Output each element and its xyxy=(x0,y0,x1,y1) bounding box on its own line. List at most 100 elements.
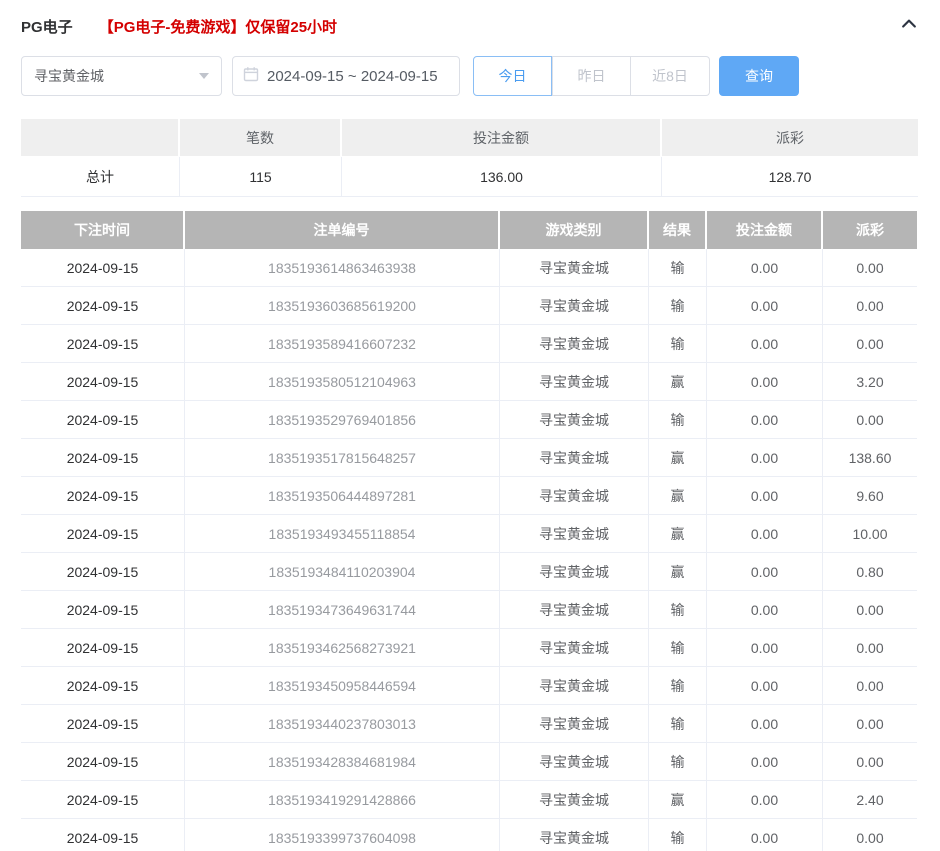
bet-amount-cell: 0.00 xyxy=(707,591,823,629)
bet-time-cell: 2024-09-15 xyxy=(21,667,185,705)
result-cell: 输 xyxy=(649,667,707,705)
game-type-cell: 寻宝黄金城 xyxy=(500,515,649,553)
bet-time-cell: 2024-09-15 xyxy=(21,591,185,629)
summary-header-empty xyxy=(21,119,180,156)
table-row: 2024-09-151835193473649631744寻宝黄金城输0.000… xyxy=(21,591,919,629)
payout-cell: 0.00 xyxy=(823,629,917,667)
table-row: 2024-09-151835193428384681984寻宝黄金城输0.000… xyxy=(21,743,919,781)
summary-total-row: 总计 115 136.00 128.70 xyxy=(21,156,919,197)
last-8-days-button[interactable]: 近8日 xyxy=(631,56,710,96)
yesterday-button[interactable]: 昨日 xyxy=(552,56,631,96)
result-cell: 输 xyxy=(649,249,707,287)
order-id-cell: 1835193428384681984 xyxy=(185,743,500,781)
summary-table: 笔数 投注金额 派彩 总计 115 136.00 128.70 xyxy=(21,119,919,197)
bet-amount-cell: 0.00 xyxy=(707,743,823,781)
game-type-cell: 寻宝黄金城 xyxy=(500,667,649,705)
table-row: 2024-09-151835193440237803013寻宝黄金城输0.000… xyxy=(21,705,919,743)
game-type-cell: 寻宝黄金城 xyxy=(500,325,649,363)
collapse-panel-button[interactable] xyxy=(899,14,919,39)
chevron-down-icon xyxy=(199,73,209,79)
panel-header: PG电子 【PG电子-免费游戏】仅保留25小时 xyxy=(21,0,919,36)
payout-cell: 0.00 xyxy=(823,325,917,363)
bet-time-cell: 2024-09-15 xyxy=(21,629,185,667)
order-id-cell: 1835193580512104963 xyxy=(185,363,500,401)
summary-total-payout: 128.70 xyxy=(662,157,918,197)
table-row: 2024-09-151835193450958446594寻宝黄金城输0.000… xyxy=(21,667,919,705)
order-id-cell: 1835193399737604098 xyxy=(185,819,500,851)
payout-cell: 0.00 xyxy=(823,287,917,325)
table-row: 2024-09-151835193580512104963寻宝黄金城赢0.003… xyxy=(21,363,919,401)
result-cell: 赢 xyxy=(649,515,707,553)
game-type-cell: 寻宝黄金城 xyxy=(500,401,649,439)
bet-time-cell: 2024-09-15 xyxy=(21,515,185,553)
result-cell: 输 xyxy=(649,819,707,851)
payout-cell: 10.00 xyxy=(823,515,917,553)
game-type-cell: 寻宝黄金城 xyxy=(500,249,649,287)
date-range-input[interactable]: 2024-09-15 ~ 2024-09-15 xyxy=(232,56,460,96)
payout-cell: 0.00 xyxy=(823,705,917,743)
payout-cell: 0.00 xyxy=(823,743,917,781)
summary-header-count: 笔数 xyxy=(180,119,342,156)
payout-cell: 0.00 xyxy=(823,667,917,705)
order-id-cell: 1835193419291428866 xyxy=(185,781,500,819)
game-type-cell: 寻宝黄金城 xyxy=(500,363,649,401)
records-header-row: 下注时间 注单编号 游戏类别 结果 投注金额 派彩 xyxy=(21,211,919,249)
summary-total-bet-amount: 136.00 xyxy=(342,157,662,197)
bet-amount-cell: 0.00 xyxy=(707,439,823,477)
payout-cell: 0.00 xyxy=(823,249,917,287)
pg-records-panel: PG电子 【PG电子-免费游戏】仅保留25小时 寻宝黄金城 xyxy=(0,0,940,851)
table-row: 2024-09-151835193506444897281寻宝黄金城赢0.009… xyxy=(21,477,919,515)
date-range-value: 2024-09-15 ~ 2024-09-15 xyxy=(267,68,438,85)
result-cell: 赢 xyxy=(649,439,707,477)
result-cell: 赢 xyxy=(649,477,707,515)
payout-cell: 3.20 xyxy=(823,363,917,401)
order-id-cell: 1835193589416607232 xyxy=(185,325,500,363)
result-cell: 输 xyxy=(649,325,707,363)
result-cell: 输 xyxy=(649,287,707,325)
today-button[interactable]: 今日 xyxy=(473,56,552,96)
payout-cell: 0.00 xyxy=(823,591,917,629)
summary-total-label: 总计 xyxy=(21,157,180,197)
bet-amount-cell: 0.00 xyxy=(707,781,823,819)
bet-time-cell: 2024-09-15 xyxy=(21,287,185,325)
game-type-cell: 寻宝黄金城 xyxy=(500,553,649,591)
bet-time-cell: 2024-09-15 xyxy=(21,249,185,287)
bet-amount-cell: 0.00 xyxy=(707,325,823,363)
table-row: 2024-09-151835193589416607232寻宝黄金城输0.000… xyxy=(21,325,919,363)
result-cell: 输 xyxy=(649,743,707,781)
bet-time-cell: 2024-09-15 xyxy=(21,743,185,781)
panel-title: PG电子 xyxy=(21,16,73,37)
result-cell: 输 xyxy=(649,591,707,629)
table-row: 2024-09-151835193484110203904寻宝黄金城赢0.000… xyxy=(21,553,919,591)
payout-cell: 2.40 xyxy=(823,781,917,819)
table-row: 2024-09-151835193493455118854寻宝黄金城赢0.001… xyxy=(21,515,919,553)
bet-time-cell: 2024-09-15 xyxy=(21,553,185,591)
order-id-cell: 1835193450958446594 xyxy=(185,667,500,705)
quick-date-button-group: 今日 昨日 近8日 xyxy=(473,56,710,96)
bet-time-cell: 2024-09-15 xyxy=(21,477,185,515)
table-row: 2024-09-151835193614863463938寻宝黄金城输0.000… xyxy=(21,249,919,287)
result-cell: 赢 xyxy=(649,781,707,819)
table-row: 2024-09-151835193517815648257寻宝黄金城赢0.001… xyxy=(21,439,919,477)
game-type-cell: 寻宝黄金城 xyxy=(500,591,649,629)
game-type-cell: 寻宝黄金城 xyxy=(500,439,649,477)
bet-amount-cell: 0.00 xyxy=(707,553,823,591)
order-id-cell: 1835193484110203904 xyxy=(185,553,500,591)
bet-time-cell: 2024-09-15 xyxy=(21,781,185,819)
result-cell: 输 xyxy=(649,401,707,439)
summary-header-row: 笔数 投注金额 派彩 xyxy=(21,119,919,156)
bet-amount-cell: 0.00 xyxy=(707,667,823,705)
order-id-cell: 1835193603685619200 xyxy=(185,287,500,325)
calendar-icon xyxy=(243,66,259,87)
query-button[interactable]: 查询 xyxy=(719,56,799,96)
order-id-cell: 1835193473649631744 xyxy=(185,591,500,629)
summary-header-payout: 派彩 xyxy=(662,119,918,156)
records-table: 下注时间 注单编号 游戏类别 结果 投注金额 派彩 2024-09-151835… xyxy=(21,211,919,851)
filter-bar: 寻宝黄金城 2024-09-15 ~ 2024-09-15 今日 昨日 近8日 … xyxy=(21,56,919,96)
bet-amount-cell: 0.00 xyxy=(707,477,823,515)
bet-amount-cell: 0.00 xyxy=(707,705,823,743)
game-select[interactable]: 寻宝黄金城 xyxy=(21,56,222,96)
bet-time-cell: 2024-09-15 xyxy=(21,363,185,401)
table-row: 2024-09-151835193529769401856寻宝黄金城输0.000… xyxy=(21,401,919,439)
table-row: 2024-09-151835193462568273921寻宝黄金城输0.000… xyxy=(21,629,919,667)
